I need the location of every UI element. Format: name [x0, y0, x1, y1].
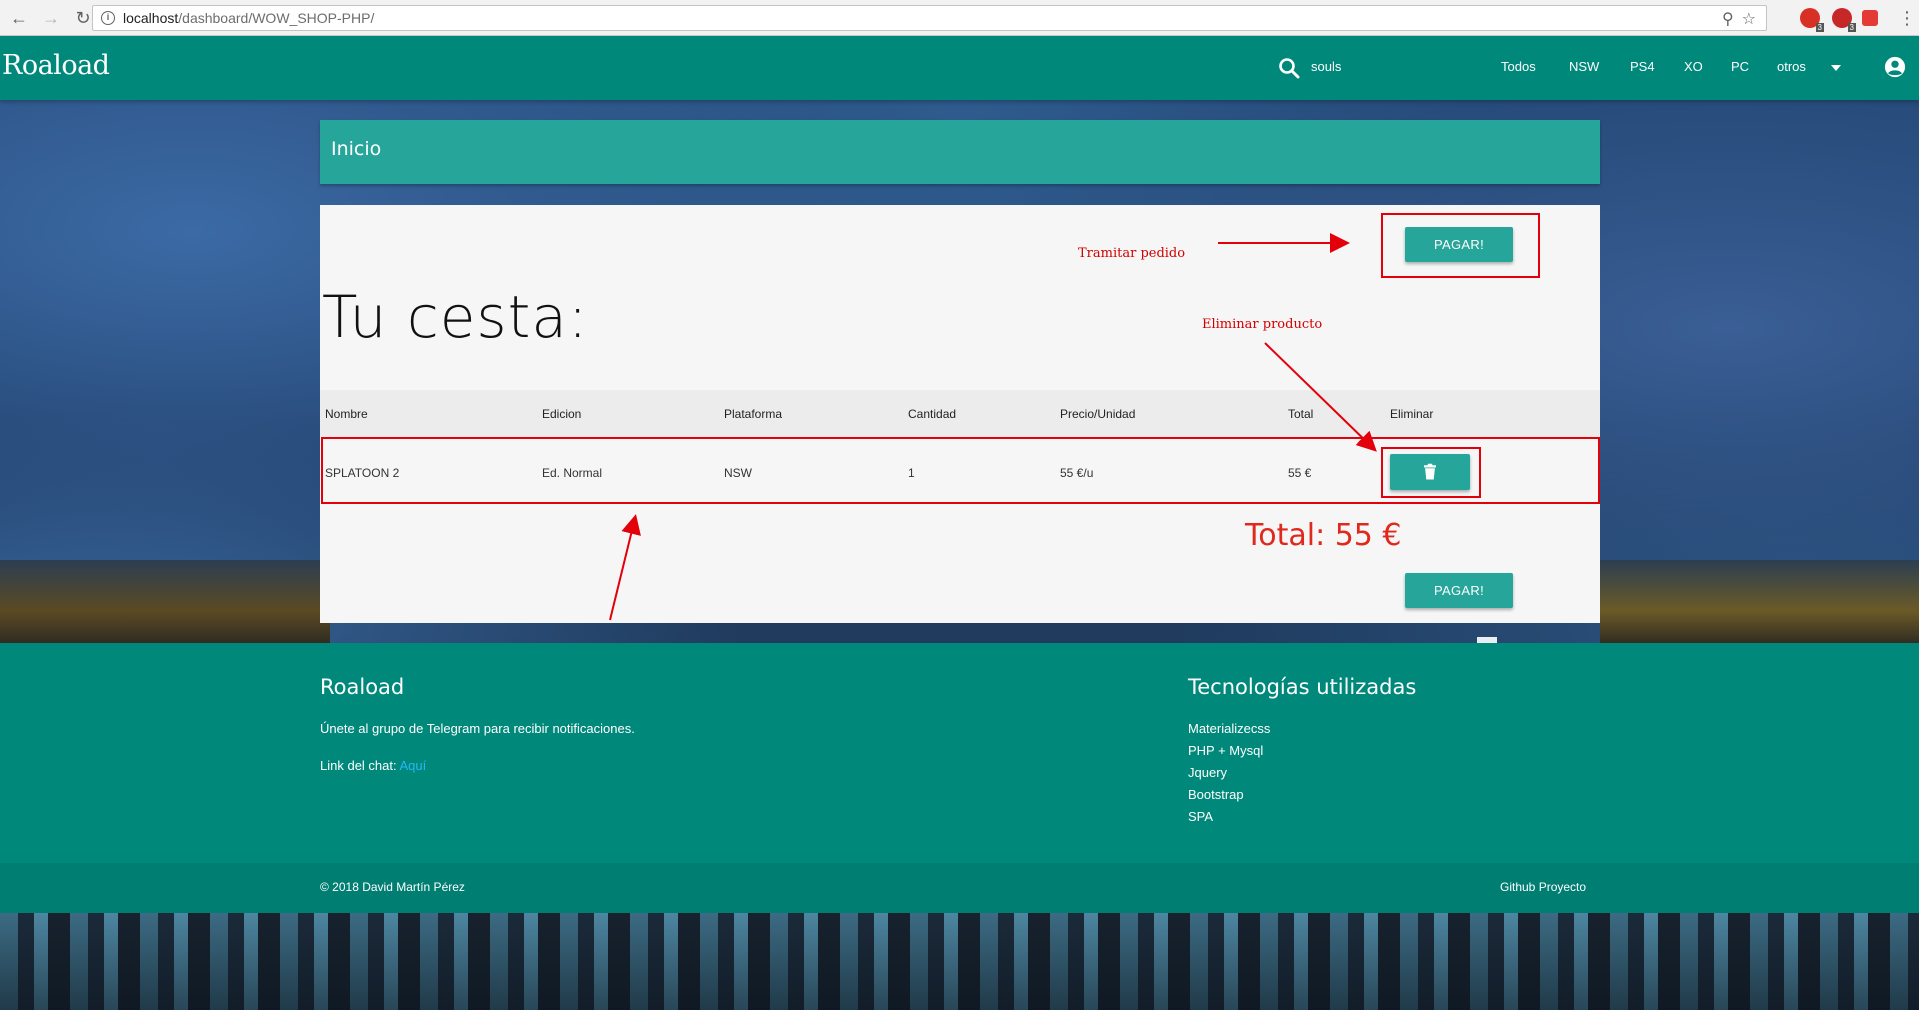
info-icon[interactable]: i — [101, 11, 115, 25]
background-decoration-bottom — [0, 913, 1919, 1010]
nav-link-pc[interactable]: PC — [1731, 59, 1749, 74]
column-header-eliminar: Eliminar — [1390, 407, 1434, 421]
brand-logo[interactable]: Roaload — [2, 50, 110, 81]
site-navbar: Roaload souls Todos NSW PS4 XO PC otros — [0, 36, 1919, 100]
nav-link-nsw[interactable]: NSW — [1569, 59, 1599, 74]
column-header-cantidad: Cantidad — [908, 407, 957, 421]
key-icon[interactable]: ⚲ — [1722, 9, 1734, 29]
nav-link-ps4[interactable]: PS4 — [1630, 59, 1655, 74]
account-icon[interactable] — [1884, 56, 1906, 78]
breadcrumb-home-link[interactable]: Inicio — [331, 138, 381, 160]
footer-copyright-bar: © 2018 David Martín Pérez Github Proyect… — [0, 863, 1919, 913]
annotation-box-delete — [1381, 447, 1481, 498]
nav-link-xo[interactable]: XO — [1684, 59, 1703, 74]
address-bar[interactable]: i localhost/dashboard/WOW_SHOP-PHP/ ⚲ ☆ — [92, 5, 1767, 31]
nav-link-otros[interactable]: otros — [1777, 59, 1806, 74]
footer-copyright: © 2018 David Martín Pérez — [320, 880, 465, 894]
background-decoration-left — [0, 560, 330, 645]
footer-tech-item: PHP + Mysql — [1188, 743, 1264, 758]
extension-adblock-icon[interactable]: 3 — [1800, 8, 1824, 32]
search-icon[interactable] — [1277, 56, 1301, 80]
cart-total: Total: 55 € — [1245, 518, 1402, 553]
footer-chat-label: Link del chat: — [320, 758, 397, 773]
extension-badge: 3 — [1847, 23, 1856, 32]
column-header-plataforma: Plataforma — [724, 407, 783, 421]
menu-dots-icon[interactable]: ⋮ — [1894, 5, 1919, 31]
url-host: localhost — [123, 10, 179, 26]
extension-badge: 3 — [1815, 23, 1824, 32]
bookmark-star-icon[interactable]: ☆ — [1742, 9, 1756, 29]
pay-button-bottom[interactable]: PAGAR! — [1405, 573, 1513, 608]
footer-tech-item: Materializecss — [1188, 721, 1271, 736]
page-title: Tu cesta: — [322, 283, 589, 351]
forward-icon[interactable]: → — [38, 5, 64, 31]
footer-github-link[interactable]: Github Proyecto — [1500, 880, 1586, 894]
footer-tech-title: Tecnologías utilizadas — [1188, 675, 1417, 699]
chevron-down-icon[interactable] — [1831, 65, 1841, 71]
footer-tech-item: Bootstrap — [1188, 787, 1244, 802]
column-header-edicion: Edicion — [542, 407, 582, 421]
column-header-precio: Precio/Unidad — [1060, 407, 1136, 421]
footer-tech-item: SPA — [1188, 809, 1214, 824]
column-header-total: Total — [1288, 407, 1314, 421]
footer-chat-link[interactable]: Aquí — [400, 758, 427, 773]
extension-abp-icon[interactable]: 3 — [1832, 8, 1856, 32]
background-decoration-right — [1600, 560, 1919, 645]
annotation-tramitar-pedido: Tramitar pedido — [1078, 246, 1186, 261]
extension-pdf-icon[interactable] — [1862, 10, 1878, 26]
search-input[interactable]: souls — [1311, 59, 1341, 74]
column-header-nombre: Nombre — [325, 407, 368, 421]
back-icon[interactable]: ← — [6, 5, 32, 31]
browser-toolbar: ← → ↻ i localhost/dashboard/WOW_SHOP-PHP… — [0, 0, 1919, 36]
footer-brand-title: Roaload — [320, 675, 405, 699]
footer-chat-line: Link del chat: Aquí — [320, 758, 426, 773]
url-path: /dashboard/WOW_SHOP-PHP/ — [178, 10, 375, 26]
footer-tech-item: Jquery — [1188, 765, 1228, 780]
breadcrumb: Inicio — [320, 120, 1600, 184]
footer-telegram-text: Únete al grupo de Telegram para recibir … — [320, 721, 635, 736]
annotation-eliminar-producto: Eliminar producto — [1202, 317, 1323, 332]
nav-link-todos[interactable]: Todos — [1501, 59, 1536, 74]
annotation-box-pay — [1381, 213, 1540, 278]
